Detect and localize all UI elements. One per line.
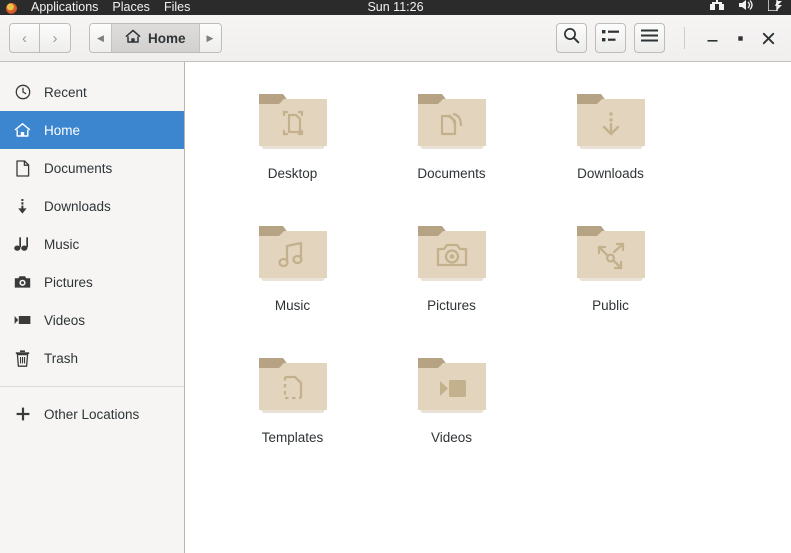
sidebar-item-home[interactable]: Home <box>0 111 184 149</box>
sidebar-item-label: Home <box>44 122 81 138</box>
header-bar: ‹ › ◀ Home ▶ <box>0 15 791 62</box>
breadcrumb-label: Home <box>148 30 186 46</box>
close-button[interactable] <box>754 24 782 52</box>
file-item-videos[interactable]: Videos <box>372 346 531 478</box>
home-icon <box>125 29 141 47</box>
music-note-icon <box>14 236 31 253</box>
folder-videos-icon <box>410 348 494 420</box>
sidebar-item-music[interactable]: Music <box>0 225 184 263</box>
plus-icon <box>14 406 31 423</box>
file-item-music[interactable]: Music <box>213 214 372 346</box>
maximize-button[interactable] <box>726 24 754 52</box>
home-icon <box>14 122 31 139</box>
sidebar-item-downloads[interactable]: Downloads <box>0 187 184 225</box>
document-icon <box>14 159 31 177</box>
chevron-right-icon: › <box>52 29 58 47</box>
sidebar-item-label: Music <box>44 236 80 252</box>
file-item-downloads[interactable]: Downloads <box>531 82 690 214</box>
camera-icon <box>14 274 31 291</box>
trash-icon <box>14 349 31 367</box>
main-menu-button[interactable] <box>634 23 665 53</box>
folder-music-icon <box>251 216 335 288</box>
search-icon <box>563 27 580 49</box>
sidebar-item-label: Downloads <box>44 198 111 214</box>
sidebar: Recent Home Documents Downloads Music Pi… <box>0 62 185 553</box>
back-button[interactable]: ‹ <box>9 23 40 53</box>
folder-desktop-icon <box>251 84 335 156</box>
volume-icon[interactable] <box>739 0 754 14</box>
breadcrumb: ◀ Home ▶ <box>89 23 222 53</box>
breadcrumb-item-home[interactable]: Home <box>111 24 200 52</box>
download-icon <box>14 198 31 215</box>
gnome-top-bar: Applications Places Files Sun 11:26 <box>0 0 791 15</box>
sidebar-item-pictures[interactable]: Pictures <box>0 263 184 301</box>
path-scroll-left-button[interactable]: ◀ <box>90 24 111 52</box>
search-button[interactable] <box>556 23 587 53</box>
forward-button[interactable]: › <box>40 23 71 53</box>
list-view-icon <box>602 29 619 48</box>
window-body: Recent Home Documents Downloads Music Pi… <box>0 62 791 553</box>
file-item-pictures[interactable]: Pictures <box>372 214 531 346</box>
sidebar-item-label: Videos <box>44 312 86 328</box>
topbar-clock[interactable]: Sun 11:26 <box>367 0 423 14</box>
folder-downloads-icon <box>569 84 653 156</box>
sidebar-divider <box>0 386 184 387</box>
file-item-label: Templates <box>261 430 324 445</box>
folder-templates-icon <box>251 348 335 420</box>
navigation-buttons: ‹ › <box>9 23 71 53</box>
file-item-documents[interactable]: Documents <box>372 82 531 214</box>
folder-pictures-icon <box>410 216 494 288</box>
sidebar-item-documents[interactable]: Documents <box>0 149 184 187</box>
sidebar-item-label: Other Locations <box>44 406 140 422</box>
sidebar-item-trash[interactable]: Trash <box>0 339 184 377</box>
window-controls-divider <box>684 27 685 49</box>
sidebar-item-label: Documents <box>44 160 113 176</box>
sidebar-item-recent[interactable]: Recent <box>0 73 184 111</box>
chevron-left-icon: ‹ <box>22 29 27 47</box>
file-item-label: Documents <box>417 166 486 181</box>
file-item-label: Videos <box>430 430 473 445</box>
file-item-label: Desktop <box>267 166 318 181</box>
file-list-view[interactable]: Desktop Documents Downloads Music Pictur… <box>185 62 791 553</box>
power-icon[interactable] <box>767 0 783 14</box>
sidebar-item-other-locations[interactable]: Other Locations <box>0 395 184 433</box>
clock-icon <box>14 84 31 101</box>
header-bar-right-controls <box>548 23 782 53</box>
network-icon[interactable] <box>710 0 725 14</box>
file-item-label: Downloads <box>577 166 644 181</box>
folder-public-icon <box>569 216 653 288</box>
video-icon <box>14 312 31 329</box>
file-item-label: Pictures <box>427 298 476 313</box>
icon-grid: Desktop Documents Downloads Music Pictur… <box>185 82 791 478</box>
folder-documents-icon <box>410 84 494 156</box>
file-item-public[interactable]: Public <box>531 214 690 346</box>
sidebar-item-label: Pictures <box>44 274 93 290</box>
path-scroll-right-button[interactable]: ▶ <box>199 24 221 52</box>
sidebar-item-label: Recent <box>44 84 87 100</box>
minimize-button[interactable] <box>698 24 726 52</box>
file-manager-window: ‹ › ◀ Home ▶ Recent Home Documents Downl… <box>0 15 791 553</box>
sidebar-item-label: Trash <box>44 350 79 366</box>
file-item-templates[interactable]: Templates <box>213 346 372 478</box>
sidebar-item-videos[interactable]: Videos <box>0 301 184 339</box>
view-options-button[interactable] <box>595 23 626 53</box>
hamburger-menu-icon <box>641 29 658 47</box>
file-item-label: Public <box>592 298 629 313</box>
file-item-label: Music <box>274 298 311 313</box>
file-item-desktop[interactable]: Desktop <box>213 82 372 214</box>
